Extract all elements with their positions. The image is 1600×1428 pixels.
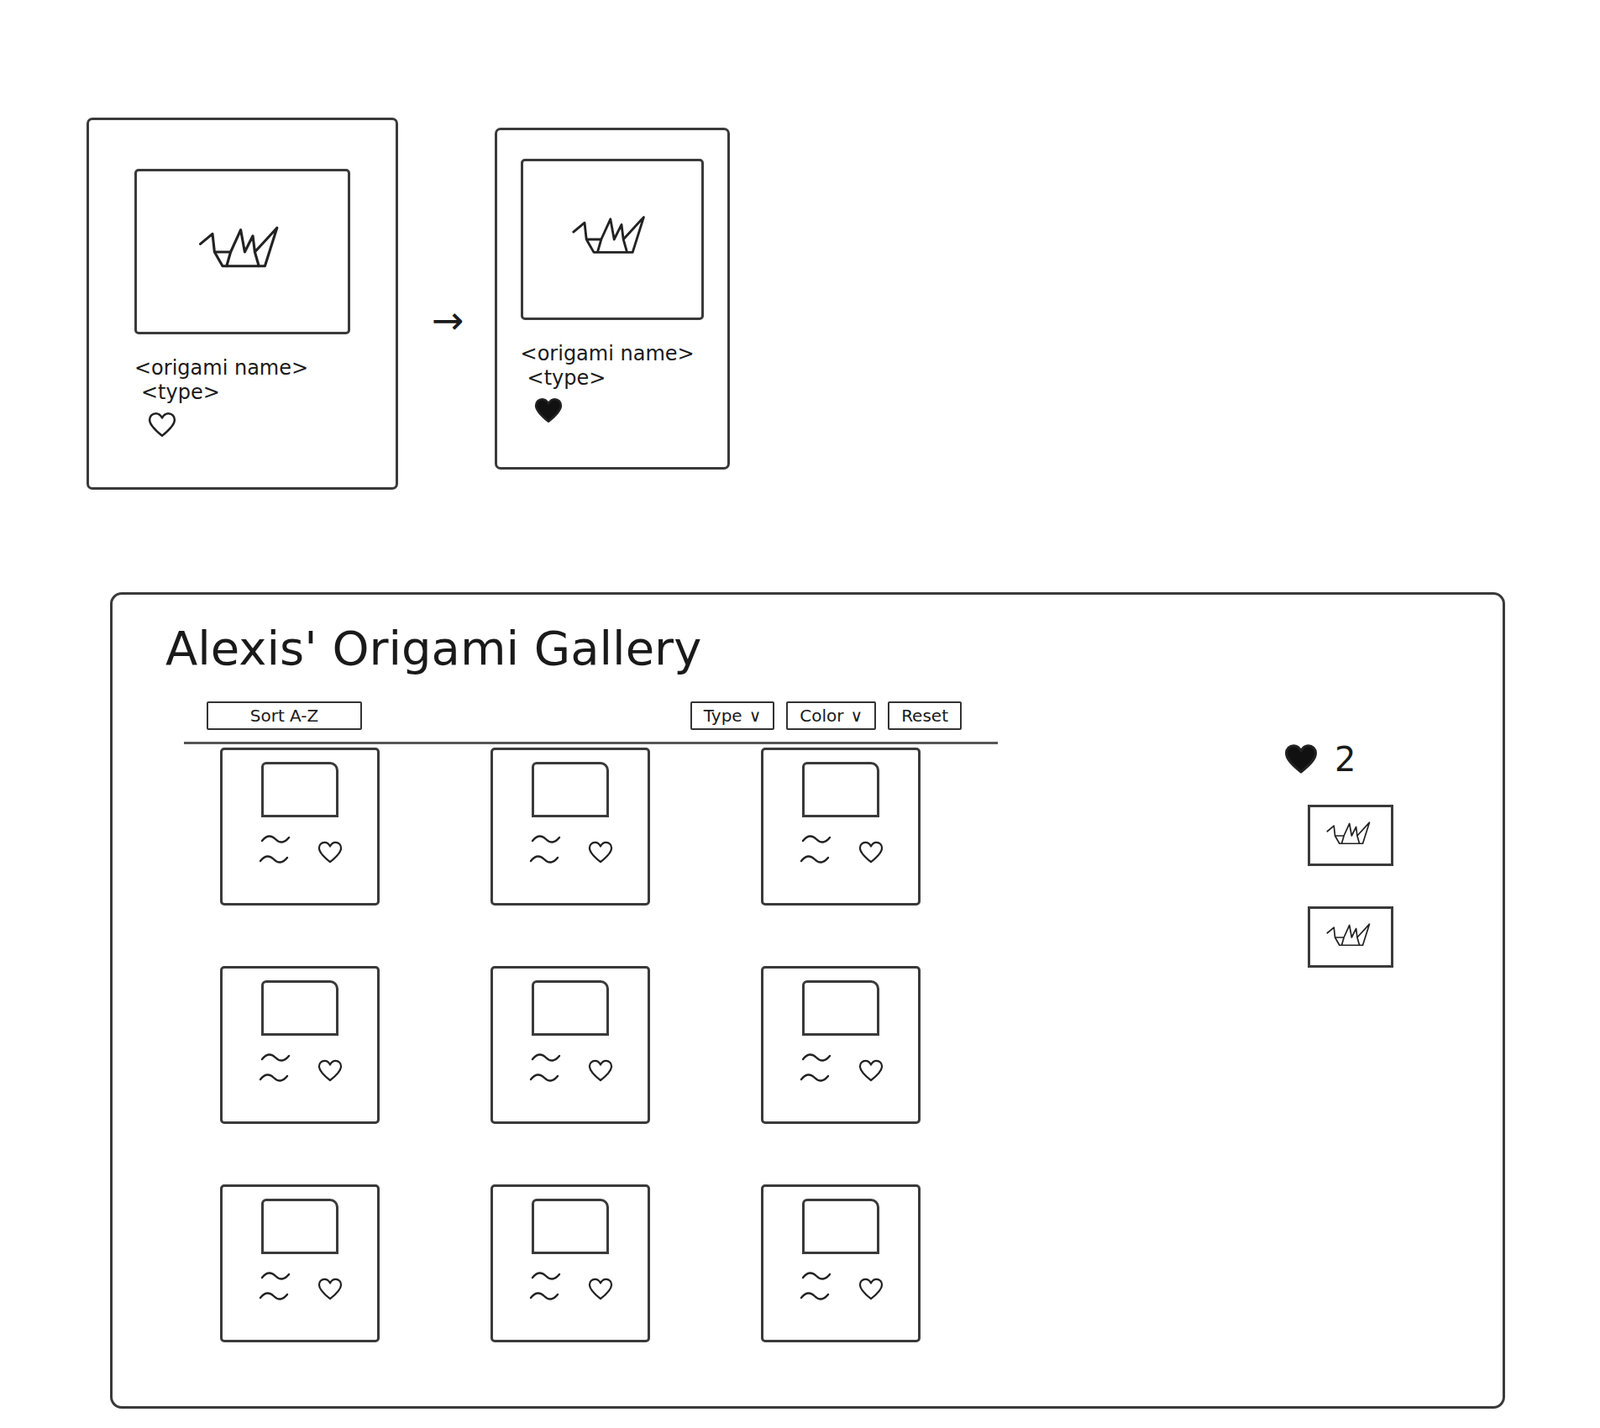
like-button[interactable] xyxy=(317,1277,343,1301)
origami-image xyxy=(261,761,339,818)
text-placeholder-icon xyxy=(257,1262,310,1313)
text-placeholder-icon xyxy=(527,1262,580,1313)
like-button[interactable] xyxy=(587,1059,614,1083)
origami-image xyxy=(520,158,704,320)
heart-icon xyxy=(317,1277,343,1301)
filter-group: Type∨Color∨Reset xyxy=(690,701,962,730)
like-button[interactable] xyxy=(587,1277,614,1301)
caret-icon: ∨ xyxy=(849,705,863,726)
favorite-thumbnail[interactable] xyxy=(1307,804,1394,866)
like-button[interactable] xyxy=(317,1059,343,1083)
origami-card[interactable] xyxy=(220,1184,380,1343)
card-details xyxy=(237,1043,362,1095)
favorites-count: 2 xyxy=(1334,739,1356,780)
filter-label: Color xyxy=(799,705,844,726)
origami-name: <origami name> xyxy=(134,356,351,381)
like-button[interactable] xyxy=(317,840,343,865)
favorites-header: 2 xyxy=(1284,739,1402,780)
caret-icon: ∨ xyxy=(749,705,762,726)
card-details xyxy=(508,1043,633,1095)
heart-icon xyxy=(587,1277,614,1301)
origami-card[interactable] xyxy=(490,965,651,1124)
origami-image xyxy=(802,1198,880,1254)
text-placeholder-icon xyxy=(257,1043,310,1095)
card-details xyxy=(778,825,903,877)
origami-type: <type> xyxy=(520,366,704,391)
origami-card[interactable] xyxy=(760,965,921,1124)
heart-icon xyxy=(534,397,563,425)
filter-dropdown[interactable]: Color∨ xyxy=(786,701,877,730)
heart-icon xyxy=(858,1059,884,1083)
text-placeholder-icon xyxy=(797,825,850,877)
origami-image xyxy=(531,1198,609,1254)
origami-card[interactable]: <origami name><type> xyxy=(494,127,730,470)
origami-image xyxy=(802,761,880,818)
toolbar: Sort A-ZType∨Color∨Reset xyxy=(183,701,998,745)
origami-card[interactable] xyxy=(760,747,921,906)
origami-image xyxy=(261,1198,339,1254)
origami-image xyxy=(261,980,339,1036)
origami-name: <origami name> xyxy=(520,341,704,367)
transition-arrow: → xyxy=(431,300,465,340)
card-details xyxy=(508,825,633,877)
crane-icon xyxy=(1322,818,1379,853)
heart-icon xyxy=(317,840,343,865)
like-button[interactable] xyxy=(147,411,179,441)
origami-card[interactable] xyxy=(490,1184,651,1343)
card-details xyxy=(237,1262,362,1313)
crane-icon xyxy=(1322,920,1379,955)
gallery-page: Alexis' Origami GallerySort A-ZType∨Colo… xyxy=(110,592,1506,1409)
origami-image xyxy=(802,980,880,1036)
crane-icon xyxy=(192,221,294,283)
origami-card[interactable]: <origami name><type> xyxy=(86,117,399,490)
origami-image xyxy=(531,980,609,1036)
text-placeholder-icon xyxy=(797,1262,850,1313)
card-details xyxy=(778,1043,903,1095)
like-button[interactable] xyxy=(587,840,614,865)
favorites-panel: 2 xyxy=(1284,739,1402,1390)
card-states-example: <origami name><type>→<origami name><type… xyxy=(0,0,1600,490)
heart-icon xyxy=(587,840,614,865)
origami-image xyxy=(134,168,351,335)
sort-button[interactable]: Sort A-Z xyxy=(206,701,362,730)
gallery-grid xyxy=(220,747,998,1343)
heart-icon xyxy=(1284,743,1318,776)
heart-icon xyxy=(147,411,177,439)
reset-button[interactable]: Reset xyxy=(887,701,962,730)
favorite-thumbnail[interactable] xyxy=(1307,906,1394,968)
like-button[interactable] xyxy=(858,1277,884,1301)
heart-icon xyxy=(858,1277,884,1301)
like-button[interactable] xyxy=(858,840,884,865)
text-placeholder-icon xyxy=(527,1043,580,1095)
card-details xyxy=(508,1262,633,1313)
origami-card[interactable] xyxy=(490,747,651,906)
page: <origami name><type>→<origami name><type… xyxy=(0,0,1600,1409)
text-placeholder-icon xyxy=(797,1043,850,1095)
gallery-title: Alexis' Origami Gallery xyxy=(165,619,998,677)
origami-type: <type> xyxy=(134,380,351,405)
origami-card[interactable] xyxy=(760,1184,921,1343)
heart-icon xyxy=(858,840,884,865)
origami-card[interactable] xyxy=(220,747,380,906)
origami-image xyxy=(531,761,609,818)
filter-dropdown[interactable]: Type ∨ xyxy=(690,701,776,730)
card-details xyxy=(778,1262,903,1313)
filter-label: Type xyxy=(703,705,743,726)
heart-icon xyxy=(587,1059,614,1083)
like-button[interactable] xyxy=(858,1059,884,1083)
origami-card[interactable] xyxy=(220,965,380,1124)
like-button[interactable] xyxy=(534,397,565,426)
gallery-main: Alexis' Origami GallerySort A-ZType∨Colo… xyxy=(165,619,998,1390)
card-details xyxy=(237,825,362,877)
text-placeholder-icon xyxy=(527,825,580,877)
heart-icon xyxy=(317,1059,343,1083)
text-placeholder-icon xyxy=(257,825,310,877)
crane-icon xyxy=(566,211,659,268)
